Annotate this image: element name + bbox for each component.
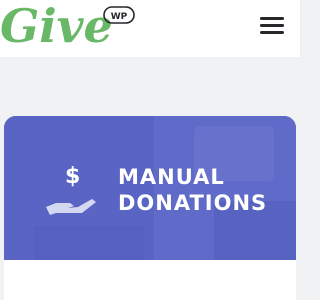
hamburger-menu-icon[interactable] — [254, 11, 290, 41]
dollar-icon: $ — [65, 164, 81, 189]
banner-title-line1: MANUAL — [118, 165, 225, 189]
card-body — [4, 260, 296, 300]
hand-holding-dollar-icon — [46, 199, 96, 215]
givewp-logo[interactable]: Give WP — [0, 0, 140, 50]
banner-title-line2: DONATIONS — [118, 191, 268, 215]
site-header: Give WP — [0, 0, 300, 57]
svg-text:WP: WP — [111, 12, 128, 22]
svg-text:Give: Give — [0, 0, 113, 50]
